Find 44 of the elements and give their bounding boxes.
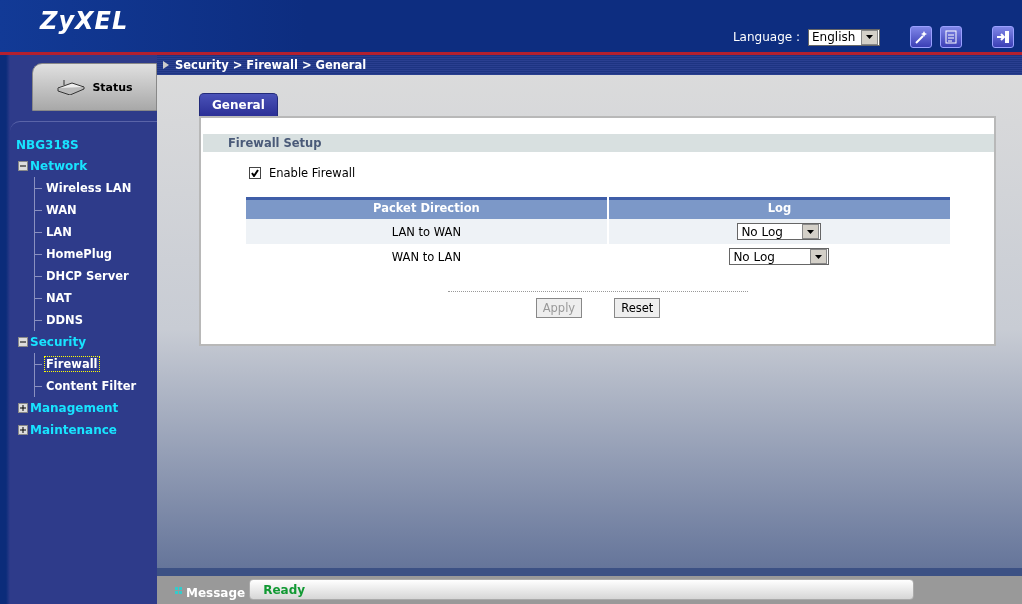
log-dropdown[interactable]: No Log bbox=[729, 248, 830, 265]
caret-icon bbox=[810, 249, 828, 264]
reset-button[interactable]: Reset bbox=[614, 298, 661, 318]
logo: ZyXEL bbox=[40, 7, 129, 35]
nav-item[interactable]: DDNS bbox=[44, 312, 85, 328]
router-icon bbox=[56, 79, 87, 95]
message-label: Message bbox=[186, 586, 246, 600]
nav-item[interactable]: NAT bbox=[44, 290, 74, 306]
wizard-icon[interactable] bbox=[910, 26, 932, 48]
nav-item[interactable]: DHCP Server bbox=[44, 268, 131, 284]
grip-icon bbox=[175, 587, 182, 594]
section-title: Firewall Setup bbox=[203, 134, 994, 152]
expand-icon bbox=[18, 403, 28, 413]
log-dropdown[interactable]: No Log bbox=[737, 223, 822, 240]
tab[interactable]: General bbox=[199, 93, 278, 116]
column-header: Packet Direction bbox=[246, 197, 608, 219]
expand-icon bbox=[18, 425, 28, 435]
checkbox[interactable] bbox=[249, 167, 261, 179]
nav-item[interactable]: WAN bbox=[44, 202, 79, 218]
nav-group[interactable]: Management bbox=[18, 397, 119, 419]
column-header: Log bbox=[607, 197, 951, 219]
nav-item[interactable]: Firewall bbox=[44, 356, 100, 372]
caret-icon bbox=[802, 224, 820, 239]
language-label: Language : bbox=[732, 30, 800, 44]
nav-item[interactable]: Wireless LAN bbox=[44, 180, 134, 196]
status-tab[interactable]: Status bbox=[32, 63, 157, 111]
nav-item[interactable]: LAN bbox=[44, 224, 74, 240]
logout-icon[interactable] bbox=[992, 26, 1014, 48]
bullet-icon bbox=[163, 61, 169, 69]
collapse-icon bbox=[18, 161, 28, 171]
language-dropdown[interactable]: English bbox=[808, 28, 880, 46]
nav-group[interactable]: Network bbox=[18, 155, 88, 177]
caret-icon bbox=[861, 29, 878, 45]
nav-group[interactable]: Maintenance bbox=[18, 419, 117, 441]
nav-item[interactable]: Content Filter bbox=[44, 378, 139, 394]
message-field: Ready bbox=[249, 579, 915, 600]
nav-group[interactable]: Security bbox=[18, 331, 87, 353]
document-icon[interactable] bbox=[940, 26, 962, 48]
table-cell: LAN to WAN bbox=[246, 219, 608, 244]
checkbox-label: Enable Firewall bbox=[269, 166, 356, 180]
device-name: NBG318S bbox=[16, 138, 80, 152]
nav-item[interactable]: HomePlug bbox=[44, 246, 115, 262]
breadcrumb: Security > Firewall > General bbox=[175, 58, 367, 72]
collapse-icon bbox=[18, 337, 28, 347]
